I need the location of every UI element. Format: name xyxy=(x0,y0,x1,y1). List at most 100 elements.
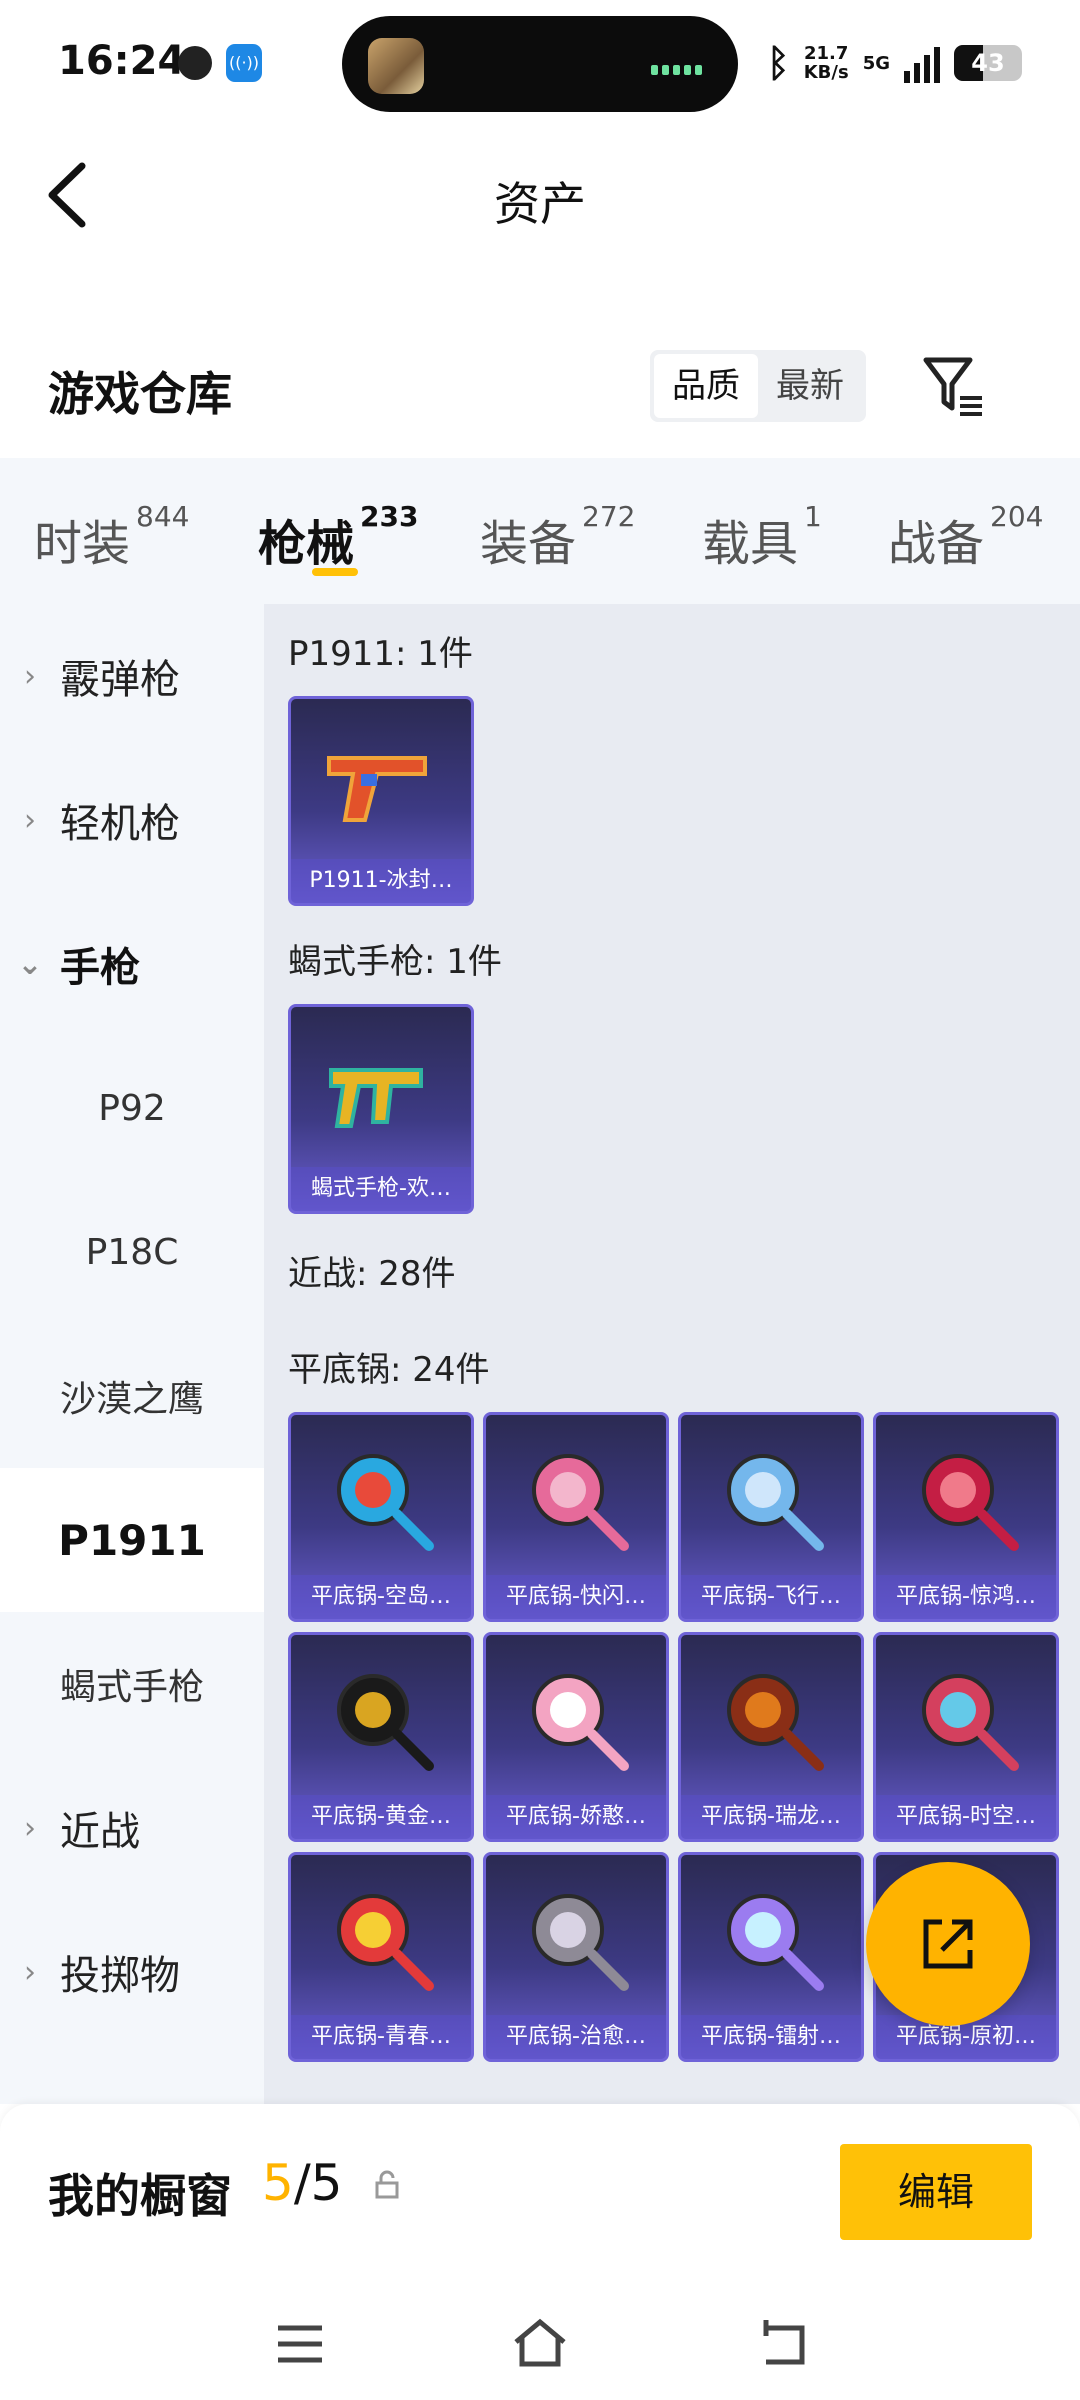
smg-pistol-icon xyxy=(291,1017,471,1167)
audio-wave-icon xyxy=(647,60,702,79)
sidebar-item-pistol[interactable]: ⌄ 手枪 xyxy=(0,892,264,1036)
item-name: 平底锅-青春… xyxy=(291,2015,471,2059)
tab-supplies[interactable]: 战备 204 xyxy=(888,500,1043,574)
status-right: ᛒ 21.7 KB/s 5G 43 xyxy=(767,38,1022,88)
sidebar-label: 手枪 xyxy=(60,945,140,991)
sidebar-item-p18c[interactable]: P18C xyxy=(0,1180,264,1324)
browser-icon xyxy=(178,46,212,80)
frying-pan-icon xyxy=(681,1865,861,2015)
sidebar-item-scorpion[interactable]: 蝎式手枪 xyxy=(0,1612,264,1756)
tab-count: 1 xyxy=(804,500,822,533)
chevron-down-icon: ⌄ xyxy=(17,946,43,982)
signal-icon xyxy=(904,43,940,83)
tab-label: 时装 xyxy=(34,516,131,572)
sidebar-item-p92[interactable]: P92 xyxy=(0,1036,264,1180)
home-nav-icon[interactable] xyxy=(510,2314,570,2374)
category-tabs: 时装 844 枪械 233 装备 272 载具 1 战备 204 xyxy=(0,458,1080,604)
sidebar-item-melee[interactable]: › 近战 xyxy=(0,1756,264,1900)
filter-button[interactable] xyxy=(920,352,988,420)
item-card[interactable]: P1911-冰封… xyxy=(288,696,474,906)
sidebar-item-shotgun[interactable]: › 霰弹枪 xyxy=(0,604,264,748)
chevron-right-icon: › xyxy=(24,1810,36,1846)
chevron-right-icon: › xyxy=(24,658,36,694)
item-card[interactable]: 平底锅-快闪… xyxy=(483,1412,669,1622)
item-card[interactable]: 平底锅-飞行… xyxy=(678,1412,864,1622)
group-title-melee: 近战: 28件 xyxy=(288,1254,456,1294)
tab-vehicles[interactable]: 载具 1 xyxy=(702,500,822,574)
frying-pan-icon xyxy=(681,1425,861,1575)
item-card[interactable]: 平底锅-空岛… xyxy=(288,1412,474,1622)
sidebar-label: 轻机枪 xyxy=(60,801,180,847)
item-card[interactable]: 平底锅-时空… xyxy=(873,1632,1059,1842)
battery-icon: 43 xyxy=(954,45,1022,81)
sidebar-label: 近战 xyxy=(60,1809,140,1855)
frying-pan-icon xyxy=(876,1645,1056,1795)
tab-count: 233 xyxy=(360,500,419,533)
network-type: 5G xyxy=(862,52,890,74)
chevron-right-icon: › xyxy=(24,1954,36,1990)
share-icon xyxy=(923,1919,973,1969)
frying-pan-icon xyxy=(681,1645,861,1795)
media-thumbnail-icon xyxy=(368,38,424,94)
sidebar-label: 霰弹枪 xyxy=(60,657,180,703)
item-name: 蝎式手枪-欢… xyxy=(291,1167,471,1211)
item-name: 平底锅-惊鸿… xyxy=(876,1575,1056,1619)
back-nav-icon[interactable] xyxy=(752,2314,812,2374)
frying-pan-icon xyxy=(486,1425,666,1575)
sidebar-item-lmg[interactable]: › 轻机枪 xyxy=(0,748,264,892)
sort-toggle: 品质 最新 xyxy=(650,350,866,422)
lock-icon xyxy=(375,2170,399,2199)
page-title: 资产 xyxy=(494,177,586,231)
warehouse-title: 游戏仓库 xyxy=(48,367,232,421)
item-name: P1911-冰封… xyxy=(291,859,471,903)
tab-guns[interactable]: 枪械 233 xyxy=(258,500,418,574)
group-title-pan: 平底锅: 24件 xyxy=(288,1350,490,1390)
sidebar-item-throwables[interactable]: › 投掷物 xyxy=(0,1900,264,2044)
assets-page: 16:24 ((·)) ᛒ 21.7 KB/s 5G 43 资产 游戏仓库 品质… xyxy=(0,0,1080,2400)
tab-label: 战备 xyxy=(888,516,985,572)
share-button[interactable] xyxy=(866,1862,1030,2026)
item-name: 平底锅-瑞龙… xyxy=(681,1795,861,1839)
broadcast-icon: ((·)) xyxy=(226,44,262,82)
battery-level: 43 xyxy=(971,49,1005,77)
item-card[interactable]: 平底锅-瑞龙… xyxy=(678,1632,864,1842)
item-card[interactable]: 平底锅-惊鸿… xyxy=(873,1412,1059,1622)
item-card[interactable]: 蝎式手枪-欢… xyxy=(288,1004,474,1214)
item-name: 平底锅-空岛… xyxy=(291,1575,471,1619)
sidebar-item-p1911[interactable]: P1911 xyxy=(0,1468,264,1612)
frying-pan-icon xyxy=(291,1865,471,2015)
showcase-current: 5 xyxy=(262,2154,294,2212)
category-sidebar: › 霰弹枪 › 轻机枪 ⌄ 手枪 P92 P18C 沙漠之鹰 P1911 蝎式手枪 ›… xyxy=(0,604,264,2104)
menu-nav-icon[interactable] xyxy=(270,2314,330,2374)
showcase-label: 我的橱窗 xyxy=(48,2169,232,2223)
item-card[interactable]: 平底锅-黄金… xyxy=(288,1632,474,1842)
group-title-scorpion: 蝎式手枪: 1件 xyxy=(288,942,502,982)
item-card[interactable]: 平底锅-镭射… xyxy=(678,1852,864,2062)
filter-icon xyxy=(923,357,982,416)
net-speed-value: 21.7 xyxy=(803,43,849,64)
sort-newest[interactable]: 最新 xyxy=(758,354,862,418)
showcase-count: 5/5 xyxy=(262,2154,342,2212)
tab-outfits[interactable]: 时装 844 xyxy=(34,500,189,574)
net-speed: 21.7 KB/s xyxy=(804,44,849,82)
tab-label: 装备 xyxy=(480,516,577,572)
item-name: 平底锅-镭射… xyxy=(681,2015,861,2059)
item-card[interactable]: 平底锅-娇憨… xyxy=(483,1632,669,1842)
tab-equipment[interactable]: 装备 272 xyxy=(480,500,635,574)
sidebar-item-desert-eagle[interactable]: 沙漠之鹰 xyxy=(0,1324,264,1468)
dynamic-island[interactable] xyxy=(342,16,738,112)
sort-quality[interactable]: 品质 xyxy=(654,354,758,418)
item-name: 平底锅-时空… xyxy=(876,1795,1056,1839)
group-title-p1911: P1911: 1件 xyxy=(288,634,473,674)
tab-count: 844 xyxy=(136,500,190,533)
frying-pan-icon xyxy=(291,1645,471,1795)
item-name: 平底锅-快闪… xyxy=(486,1575,666,1619)
item-card[interactable]: 平底锅-青春… xyxy=(288,1852,474,2062)
bluetooth-icon: ᛒ xyxy=(766,41,790,85)
edit-button[interactable]: 编辑 xyxy=(840,2144,1032,2240)
item-card[interactable]: 平底锅-治愈… xyxy=(483,1852,669,2062)
item-name: 平底锅-娇憨… xyxy=(486,1795,666,1839)
net-speed-unit: KB/s xyxy=(803,62,849,83)
tab-count: 204 xyxy=(990,500,1044,533)
item-name: 平底锅-飞行… xyxy=(681,1575,861,1619)
